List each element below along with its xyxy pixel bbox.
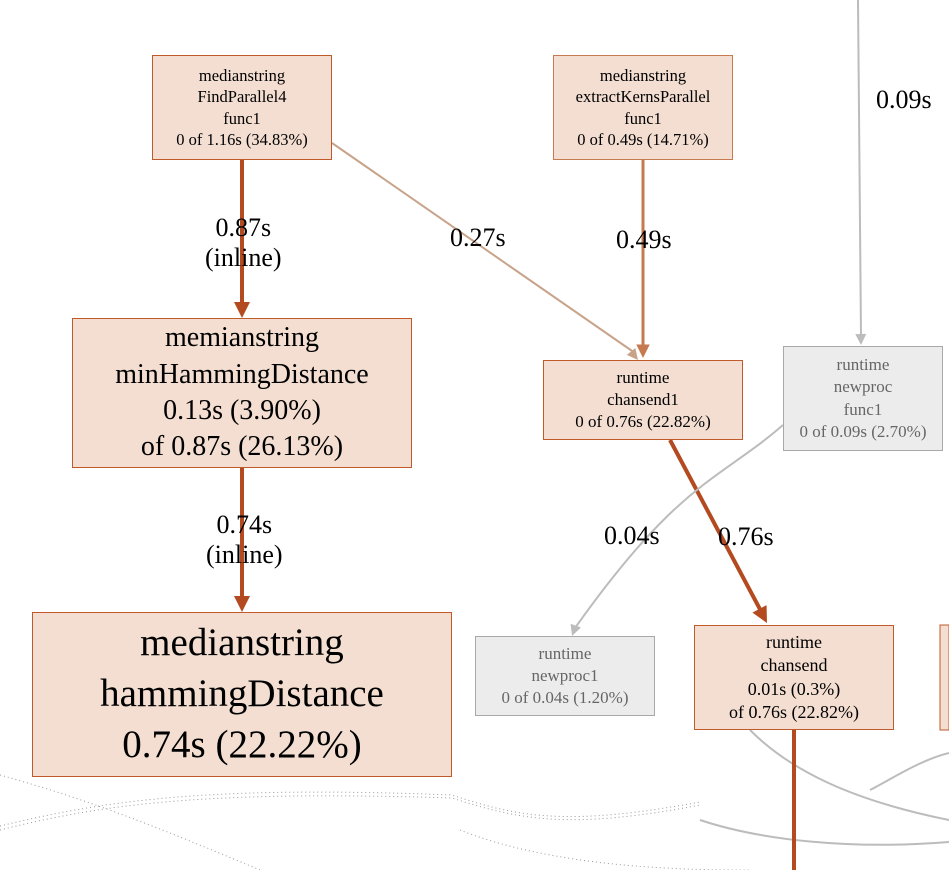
node-line: 0 of 0.04s (1.20%) [501,687,628,709]
node-line: func1 [223,108,261,129]
arrowhead-e3 [636,345,650,359]
node-n1: medianstringFindParallel4func10 of 1.16s… [152,55,332,160]
node-line: func1 [844,399,883,421]
edge-label-line: 0.74s [206,510,283,540]
edge-label-e4: 0.09s [876,85,932,115]
node-line: func1 [624,108,662,129]
node-line: 0 of 0.76s (22.82%) [575,411,711,433]
edge-label-line: 0.87s [205,213,282,243]
node-line: of 0.76s (22.82%) [729,701,859,724]
node-line: of 0.87s (26.13%) [141,429,343,465]
edge-label-line: 0.09s [876,85,932,115]
node-line: memianstring [165,320,319,356]
node-line: 0 of 0.49s (14.71%) [577,129,709,150]
node-line: 0.74s (22.22%) [122,720,361,771]
node-n2: medianstringextractKernsParallelfunc10 o… [553,55,733,160]
node-line: hammingDistance [100,669,384,720]
edge-label-e3: 0.49s [616,225,672,255]
edge-label-e7: 0.04s [604,521,660,551]
arrowhead-e6 [752,605,774,627]
edge-label-line: 0.04s [604,521,660,551]
edge-label-line: 0.49s [616,225,672,255]
node-line: minHammingDistance [115,357,369,393]
node-line: 0.01s (0.3%) [748,678,841,701]
node-n6: medianstringhammingDistance0.74s (22.22%… [32,612,452,777]
node-line: 0 of 0.09s (2.70%) [799,421,926,443]
edge-label-e6: 0.76s [718,522,774,552]
arrowhead-e1 [234,302,250,318]
node-n7: runtimenewproc10 of 0.04s (1.20%) [475,636,655,716]
edge-label-e1: 0.87s(inline) [205,213,282,273]
edge-label-e2: 0.27s [450,223,506,253]
edge-e4 [858,0,861,336]
arrowhead-e4 [855,334,866,345]
node-line: 0 of 1.16s (34.83%) [176,129,308,150]
edge-label-line: 0.27s [450,223,506,253]
edge-label-line: (inline) [205,243,282,273]
node-n3: memianstringminHammingDistance0.13s (3.9… [72,318,412,468]
node-line: newproc [834,376,893,398]
node-line: runtime [837,354,890,376]
node-line: chansend1 [607,389,679,411]
node-line: runtime [539,643,592,665]
arrowhead-e5 [234,596,250,612]
node-line: runtime [766,631,822,654]
node-n5: runtimenewprocfunc10 of 0.09s (2.70%) [783,346,943,451]
node-line: 0.13s (3.90%) [163,393,321,429]
node-line: chansend [761,654,828,677]
edge-label-line: 0.76s [718,522,774,552]
node-line: FindParallel4 [198,86,287,107]
node-line: runtime [617,367,670,389]
node-line: newproc1 [531,665,598,687]
node-line: medianstring [600,65,686,86]
node-n4: runtimechansend10 of 0.76s (22.82%) [543,360,743,440]
edge-label-e5: 0.74s(inline) [206,510,283,570]
node-n8: runtimechansend0.01s (0.3%)of 0.76s (22.… [694,625,894,730]
node-line: extractKernsParallel [576,86,711,107]
node-line: medianstring [199,65,285,86]
node-line: medianstring [140,618,344,669]
edge-label-line: (inline) [206,540,283,570]
